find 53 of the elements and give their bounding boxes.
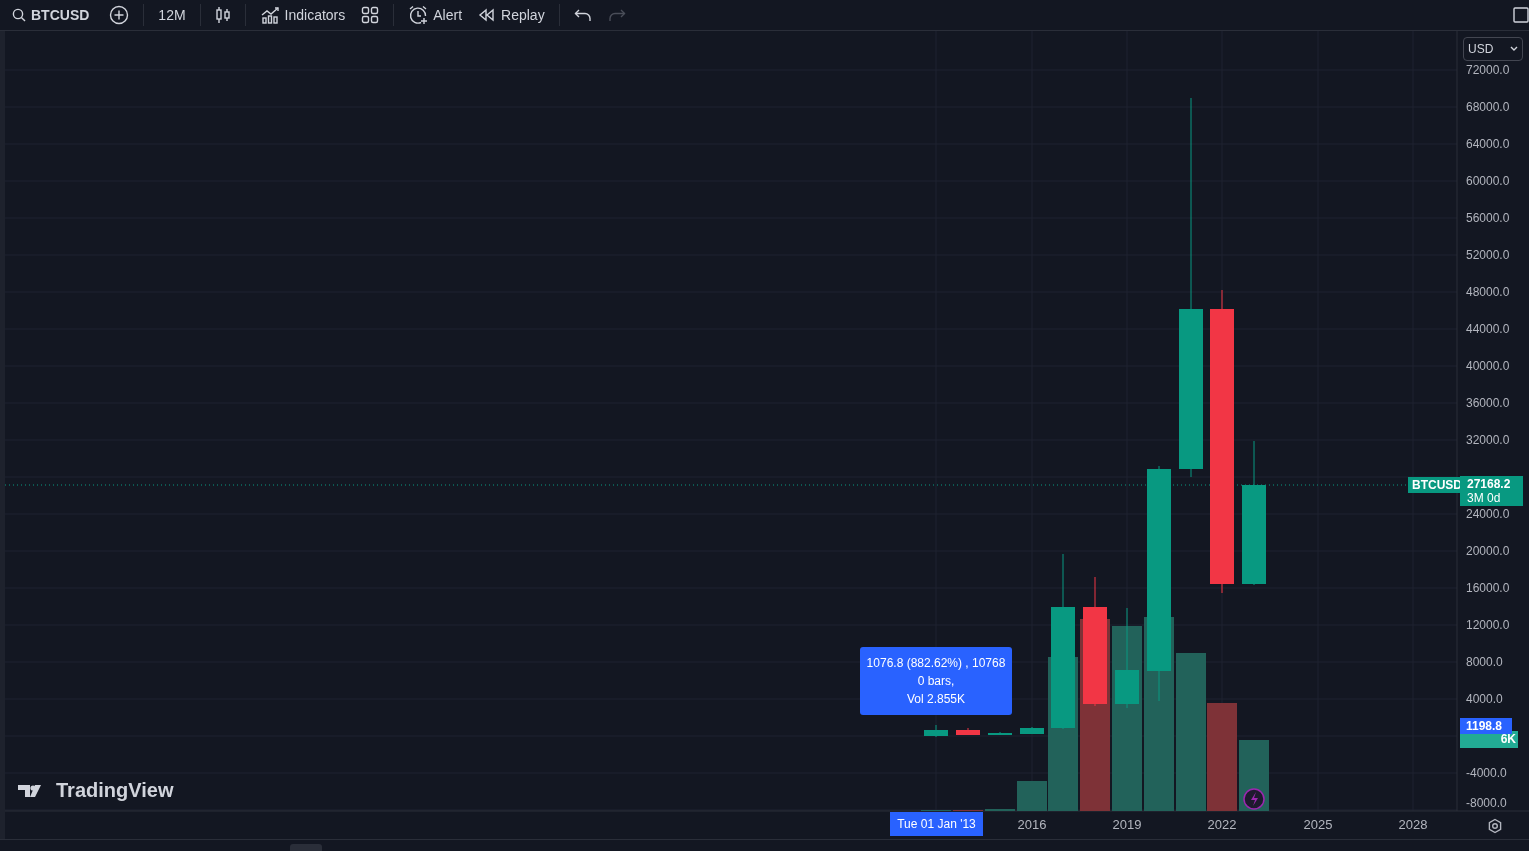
price-tick: 64000.0 bbox=[1466, 136, 1510, 153]
square-icon bbox=[1513, 7, 1529, 24]
lightning-icon[interactable] bbox=[1243, 788, 1265, 810]
rewind-icon bbox=[478, 8, 497, 23]
price-tick: 72000.0 bbox=[1466, 62, 1510, 79]
volume-bar bbox=[985, 809, 1015, 812]
price-tick: 68000.0 bbox=[1466, 99, 1510, 116]
candle bbox=[956, 727, 980, 736]
price-tick: 60000.0 bbox=[1466, 173, 1510, 190]
plus-circle-icon bbox=[109, 5, 130, 26]
chevron-down-icon bbox=[1510, 46, 1518, 53]
alert-button[interactable]: Alert bbox=[402, 1, 469, 30]
price-tick: 32000.0 bbox=[1466, 432, 1510, 449]
settings-button[interactable] bbox=[1486, 817, 1504, 836]
price-tick: 48000.0 bbox=[1466, 284, 1510, 301]
measure-tooltip: 1076.8 (882.62%) , 10768 0 bars, Vol 2.855K bbox=[860, 647, 1012, 716]
price-tick: 44000.0 bbox=[1466, 321, 1510, 338]
candle bbox=[1020, 726, 1044, 735]
symbol-search-button[interactable]: BTCUSD bbox=[6, 1, 100, 30]
candle bbox=[924, 724, 948, 738]
replay-button[interactable]: Replay bbox=[472, 1, 551, 30]
undo-icon bbox=[573, 8, 592, 23]
crosshair-date-label: Tue 01 Jan '13 bbox=[890, 812, 983, 837]
price-tick: -8000.0 bbox=[1466, 795, 1507, 812]
currency-dropdown[interactable]: USD bbox=[1463, 37, 1523, 62]
time-tick: 2019 bbox=[1111, 817, 1143, 834]
interval-button[interactable]: 12M bbox=[152, 1, 192, 30]
price-tick: 16000.0 bbox=[1466, 580, 1510, 597]
settings-icon bbox=[1487, 818, 1503, 835]
time-tick: 2016 bbox=[1016, 817, 1048, 834]
price-tick: 56000.0 bbox=[1466, 210, 1510, 227]
price-tick: 20000.0 bbox=[1466, 543, 1510, 560]
alarm-clock-icon bbox=[408, 5, 429, 26]
price-tick: 40000.0 bbox=[1466, 358, 1510, 375]
price-tick: 8000.0 bbox=[1466, 654, 1503, 671]
price-tick: 4000.0 bbox=[1466, 691, 1503, 708]
time-tick: 2025 bbox=[1302, 817, 1334, 834]
indicators-icon bbox=[259, 5, 280, 26]
search-icon bbox=[12, 8, 26, 23]
grid-icon bbox=[361, 6, 380, 25]
last-price-label: 27168.2 3M 0d bbox=[1460, 476, 1523, 507]
candles-icon bbox=[214, 6, 231, 25]
tradingview-logo[interactable]: TradingView bbox=[18, 779, 174, 803]
price-tick: 52000.0 bbox=[1466, 247, 1510, 264]
redo-icon bbox=[607, 8, 626, 23]
time-tick: 2022 bbox=[1206, 817, 1238, 834]
crosshair-price-label: 1198.8 bbox=[1460, 718, 1512, 735]
time-tick: 2028 bbox=[1397, 817, 1429, 834]
price-tick: 12000.0 bbox=[1466, 617, 1510, 634]
price-tick: -4000.0 bbox=[1466, 765, 1507, 782]
price-tick: 36000.0 bbox=[1466, 395, 1510, 412]
indicators-button[interactable]: Indicators bbox=[253, 1, 352, 30]
price-tick: 24000.0 bbox=[1466, 506, 1510, 523]
